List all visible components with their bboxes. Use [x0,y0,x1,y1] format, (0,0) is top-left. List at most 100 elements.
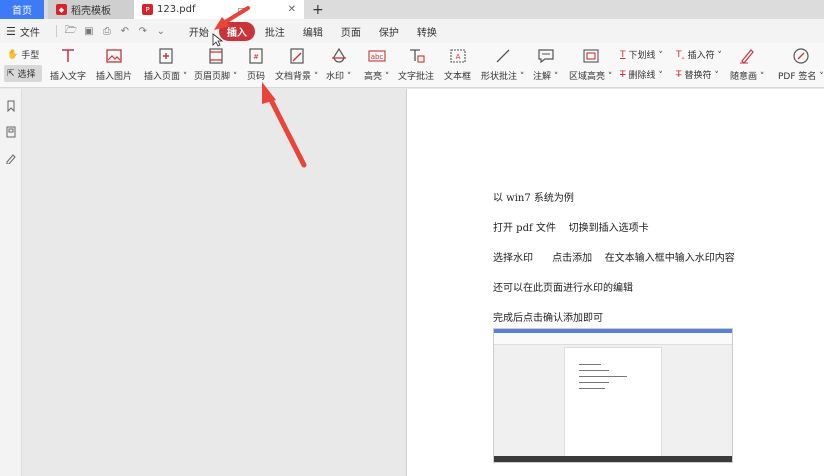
insert-char-label: 插入符 ˅ [687,51,722,61]
app-window: 首页 ◆ 稻壳模板 P 123.pdf ▭ ✕ + ☰ 文件 🗁 ▣ ⎙ ↶ ↷… [0,0,824,476]
text-annotation-label: 文字批注 [398,72,435,82]
area-highlight-button[interactable]: 区域高亮 ˅ [569,43,612,82]
open-folder-icon[interactable]: 🗁 [63,23,79,40]
new-tab-label: + [312,1,324,18]
close-tab-icon[interactable]: ✕ [288,4,296,15]
insert-page-button[interactable]: 插入页面 ˅ [144,43,187,82]
thumb-text-line [579,376,627,377]
insert-text-button[interactable]: 插入文字 [50,43,86,82]
menu-edit[interactable]: 编辑 [295,22,331,41]
doc-line-1: 以 win7 系统为例 [493,193,574,204]
select-tool-label: 选择 [17,70,36,80]
hand-icon: ✋ [7,49,19,60]
menu-annotate[interactable]: 批注 [257,22,293,41]
shape-annotation-label: 形状批注 ˅ [481,72,525,82]
pdf-file-icon: P [142,4,153,15]
left-sidebar [0,89,22,476]
page-number-icon: # [249,48,263,64]
doc-background-label: 文档背景 ˅ [275,72,319,82]
hand-tool[interactable]: ✋ 手型 [4,46,42,63]
menu-convert[interactable]: 转换 [409,22,445,41]
header-footer-icon [209,48,223,64]
insert-char-icon: T‸ [676,49,685,60]
save-icon[interactable]: ▣ [81,26,97,37]
pdf-page: 以 win7 系统为例 打开 pdf 文件 切换到插入选项卡 选择水印 点击添加… [406,89,824,476]
pdf-sign-button[interactable]: PDF 签名 ˅ [778,43,824,82]
embedded-screenshot [493,328,733,463]
freehand-button[interactable]: 随意画 ˅ [730,43,764,82]
thumb-text-line [579,388,605,389]
bookmark-icon[interactable] [0,93,22,119]
textbox-button[interactable]: A 文本框 [444,43,471,82]
header-footer-button[interactable]: 页眉页脚 ˅ [194,43,237,82]
doc-line-2: 打开 pdf 文件 切换到插入选项卡 [493,223,649,234]
highlight-button[interactable]: abc 高亮 ˅ [364,43,389,82]
doc-background-button[interactable]: 文档背景 ˅ [275,43,318,82]
menu-protect[interactable]: 保护 [371,22,407,41]
thumb-text-line [579,364,601,365]
redo-icon[interactable]: ↷ [135,26,151,37]
insert-page-icon [159,48,173,64]
menu-start[interactable]: 开始 [181,22,217,41]
thumb-ribbon [494,333,732,345]
doc-line-5: 完成后点击确认添加即可 [493,313,603,324]
note-button[interactable]: 注解 ˅ [533,43,558,82]
tab-file[interactable]: P 123.pdf ▭ ✕ [134,0,304,19]
strikethrough-icon: T [620,69,626,80]
page-number-button[interactable]: # 页码 [246,43,266,82]
document-workspace: 以 win7 系统为例 打开 pdf 文件 切换到插入选项卡 选择水印 点击添加… [23,89,824,476]
insert-text-icon [62,49,74,62]
text-annotation-button[interactable]: 文字批注 [398,43,434,82]
highlight-label: 高亮 ˅ [364,72,390,82]
insert-char-button[interactable]: T‸ 插入符 ˅ [676,48,722,62]
hand-select-group: ✋ 手型 ⇱ 选择 [4,46,43,82]
watermark-icon [331,47,346,63]
thumb-text-line [579,370,609,371]
svg-text:A: A [455,53,460,61]
thumb-text-line [579,382,609,383]
underline-button[interactable]: T 下划线 ˅ [620,48,663,62]
print-icon[interactable]: ⎙ [99,26,115,37]
replace-char-icon: T̶ [676,69,682,80]
select-tool[interactable]: ⇱ 选择 [4,65,43,82]
shape-annotation-button[interactable]: 形状批注 ˅ [481,43,524,82]
cursor-icon: ⇱ [7,68,15,79]
customize-dropdown-icon[interactable]: ⌄ [153,26,169,37]
ribbon-toolbar: ✋ 手型 ⇱ 选择 插入文字 插入图片 插入页面 ˅ 页眉页脚 ˅ # 页码 文… [0,43,824,88]
insert-image-label: 插入图片 [96,72,133,82]
doc-line-4: 还可以在此页面进行水印的编辑 [493,283,633,294]
comment-icon [538,49,554,64]
watermark-label: 水印 ˅ [326,72,352,82]
text-annotation-icon [410,49,425,63]
pen-icon [740,49,754,64]
annotation-panel-icon[interactable] [0,145,22,171]
strikethrough-button[interactable]: T 删除线 ˅ [620,68,663,82]
highlight-icon: abc [368,50,386,62]
file-menu-label: 文件 [19,27,40,39]
tab-home[interactable]: 首页 [0,0,44,19]
pdf-sign-label: PDF 签名 ˅ [778,72,824,82]
svg-text:#: # [253,53,259,61]
new-tab-button[interactable]: + [304,0,332,19]
image-icon [106,49,122,63]
tab-template[interactable]: ◆ 稻壳模板 [48,0,134,19]
area-highlight-label: 区域高亮 ˅ [569,72,613,82]
page-number-label: 页码 [246,72,265,82]
svg-text:abc: abc [370,53,383,61]
menu-page[interactable]: 页面 [333,22,369,41]
insert-image-button[interactable]: 插入图片 [96,43,132,82]
docer-logo-icon: ◆ [56,4,67,15]
watermark-button[interactable]: 水印 ˅ [326,43,351,82]
hamburger-icon: ☰ [6,24,16,38]
file-menu[interactable]: ☰ 文件 [6,24,40,39]
underline-icon: T [620,49,626,60]
menu-insert[interactable]: 插入 [218,21,255,41]
doc-line-3: 选择水印 点击添加 在文本输入框中输入水印内容 [493,253,735,264]
underline-label: 下划线 ˅ [628,51,663,61]
insert-page-label: 插入页面 ˅ [144,72,188,82]
monitor-icon[interactable]: ▭ [237,5,246,15]
area-highlight-icon [583,49,599,63]
replace-char-button[interactable]: T̶ 替换符 ˅ [676,68,719,82]
thumbnail-icon[interactable] [0,119,22,145]
undo-icon[interactable]: ↶ [117,26,133,37]
